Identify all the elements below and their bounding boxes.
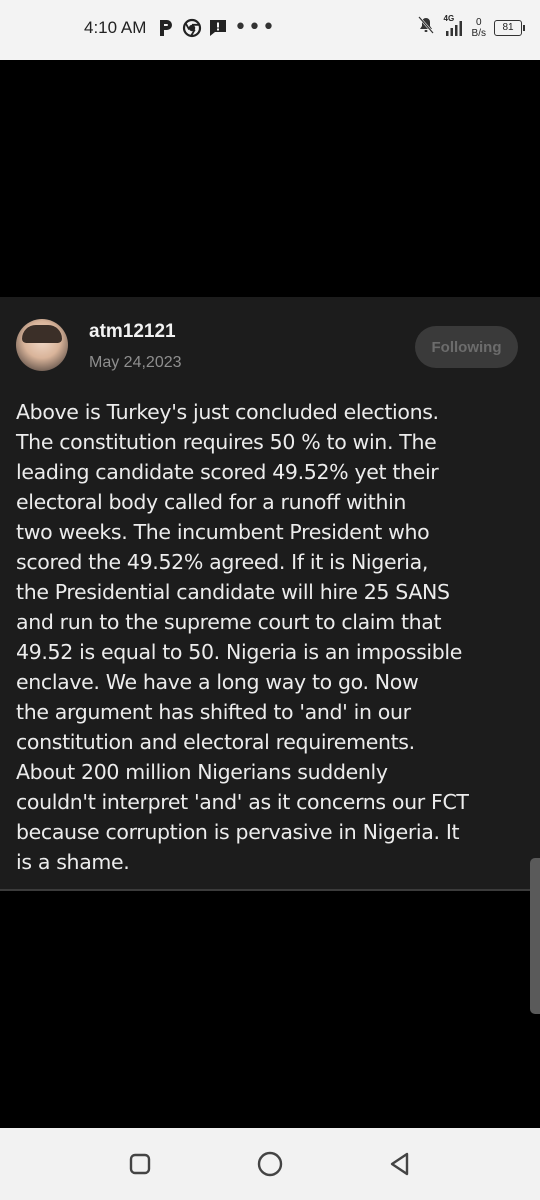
home-circle-icon[interactable] [254,1148,286,1180]
card-divider [0,889,540,891]
alert-message-icon [208,18,228,38]
battery-icon: 81 [494,19,525,36]
signal-icon: 4G [442,14,464,38]
back-triangle-icon[interactable] [384,1148,416,1180]
mute-bell-icon [417,16,434,39]
status-bar: 4:10 AM ••• 4G 0 B/s 81 [0,0,540,60]
post-username[interactable]: atm12121 [89,321,176,343]
recents-square-icon[interactable] [124,1148,156,1180]
net-speed-unit: B/s [471,27,486,39]
post-card: atm12121 May 24,2023 Following Above is … [0,297,540,889]
avatar-hair [22,325,62,343]
status-right: 4G 0 B/s 81 [417,14,525,39]
post-body: Above is Turkey's just concluded electio… [16,400,469,874]
more-dots-icon: ••• [234,15,276,40]
net-speed: 0 B/s [472,17,486,39]
notification-icons: ••• [156,15,276,40]
scrollbar-handle[interactable] [530,858,540,1014]
p-notification-icon [156,18,176,38]
battery-level: 81 [502,21,514,33]
status-time: 4:10 AM [84,18,147,37]
post-date: May 24,2023 [89,354,182,371]
net-speed-value: 0 [475,16,482,28]
navigation-bar [0,1128,540,1200]
chrome-icon [182,18,202,38]
avatar[interactable] [16,319,68,371]
following-button[interactable]: Following [415,326,518,368]
